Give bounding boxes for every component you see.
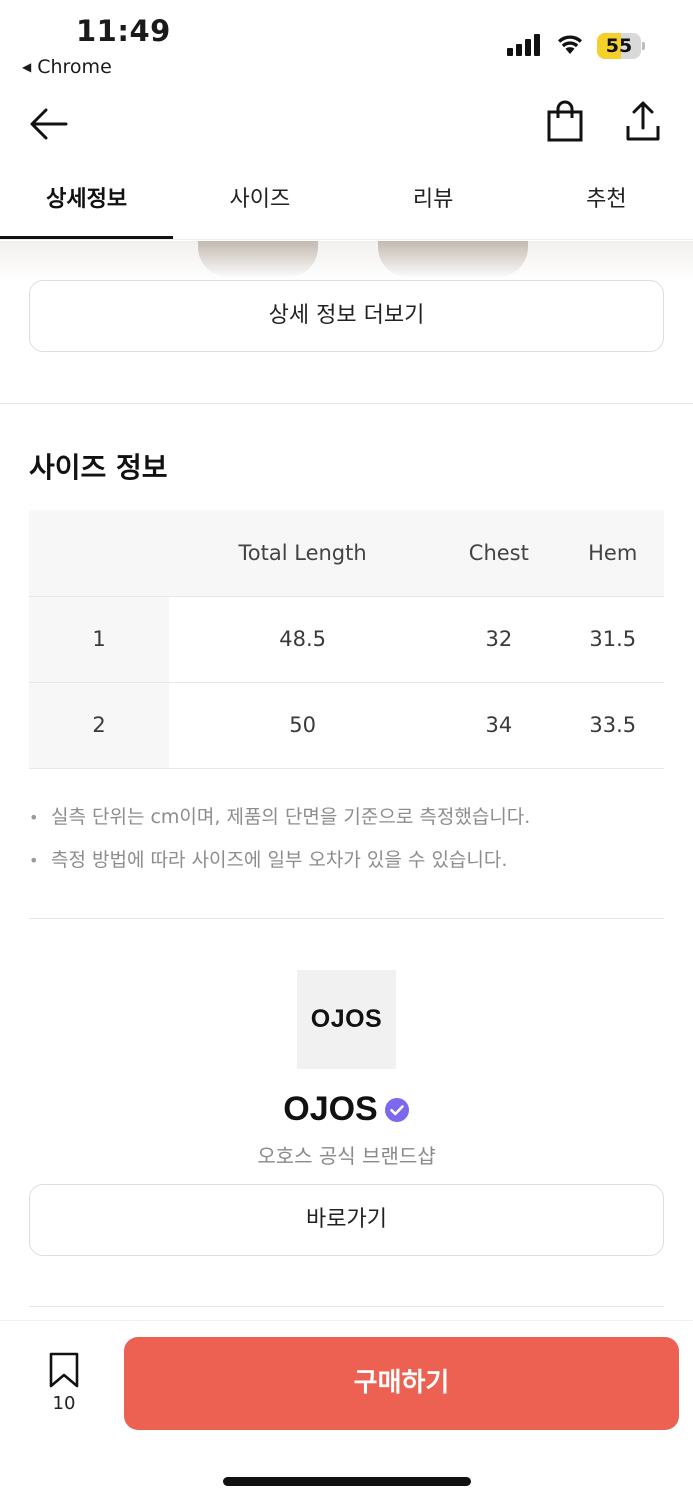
table-row-header: 2 — [29, 682, 169, 769]
table-row: 2 50 34 33.5 — [29, 682, 664, 769]
brand-name[interactable]: OJOS — [283, 1090, 377, 1129]
bookmark-button[interactable]: 10 — [44, 1351, 84, 1415]
size-note: 측정 방법에 따라 사이즈에 일부 오차가 있을 수 있습니다. — [29, 839, 530, 882]
table-cell: 33.5 — [561, 682, 664, 769]
status-time: 11:49 — [76, 14, 171, 48]
section-divider — [29, 918, 664, 919]
home-indicator — [223, 1477, 471, 1486]
shopping-bag-icon[interactable] — [546, 100, 584, 142]
table-header-row: Total Length Chest Hem — [29, 510, 664, 597]
brand-name-row: OJOS — [0, 1090, 693, 1129]
brand-logo[interactable]: OJOS — [297, 970, 396, 1069]
table-cell: 34 — [436, 682, 562, 769]
table-row: 1 48.5 32 31.5 — [29, 596, 664, 683]
buy-button[interactable]: 구매하기 — [124, 1337, 679, 1430]
product-tabs: 상세정보 사이즈 리뷰 추천 — [0, 170, 693, 240]
battery-indicator: 55 — [597, 33, 645, 59]
back-app-label: Chrome — [37, 56, 112, 78]
top-nav — [0, 96, 693, 152]
status-bar: 11:49 ◀ Chrome 55 — [0, 0, 693, 90]
table-cell: 31.5 — [561, 596, 664, 683]
section-divider — [29, 1306, 664, 1307]
table-header-cell: Hem — [561, 510, 664, 597]
brand-subtitle: 오호스 공식 브랜드샵 — [257, 1144, 436, 1168]
back-triangle-icon: ◀ — [22, 60, 32, 74]
back-to-app-link[interactable]: ◀ Chrome — [22, 56, 112, 78]
table-cell: 32 — [436, 596, 562, 683]
table-header-cell — [29, 510, 169, 597]
table-header-cell: Chest — [436, 510, 562, 597]
table-row-header: 1 — [29, 596, 169, 683]
arrow-left-icon[interactable] — [28, 104, 70, 144]
wifi-icon — [558, 35, 582, 54]
battery-level: 55 — [605, 35, 633, 57]
table-cell: 50 — [169, 682, 437, 769]
bottom-action-bar: 10 구매하기 — [0, 1320, 693, 1500]
table-header-cell: Total Length — [169, 510, 437, 597]
table-cell: 48.5 — [169, 596, 437, 683]
brand-go-button[interactable]: 바로가기 — [29, 1184, 664, 1256]
product-image-fade — [0, 241, 693, 281]
tab-recommend[interactable]: 추천 — [520, 170, 693, 239]
bookmark-icon — [49, 1352, 79, 1388]
tab-detail[interactable]: 상세정보 — [0, 170, 174, 239]
tab-size[interactable]: 사이즈 — [173, 170, 346, 239]
more-detail-button[interactable]: 상세 정보 더보기 — [29, 280, 664, 352]
size-table: Total Length Chest Hem 1 48.5 32 31.5 2 … — [29, 510, 664, 769]
cellular-signal-icon — [507, 34, 540, 56]
verified-badge-icon — [384, 1097, 409, 1122]
tab-review[interactable]: 리뷰 — [347, 170, 520, 239]
bookmark-count: 10 — [52, 1393, 76, 1414]
section-divider — [0, 403, 693, 404]
size-info-title: 사이즈 정보 — [29, 451, 168, 484]
size-note: 실측 단위는 cm이며, 제품의 단면을 기준으로 측정했습니다. — [29, 796, 530, 839]
share-icon[interactable] — [624, 100, 662, 142]
size-notes: 실측 단위는 cm이며, 제품의 단면을 기준으로 측정했습니다. 측정 방법에… — [29, 796, 530, 882]
